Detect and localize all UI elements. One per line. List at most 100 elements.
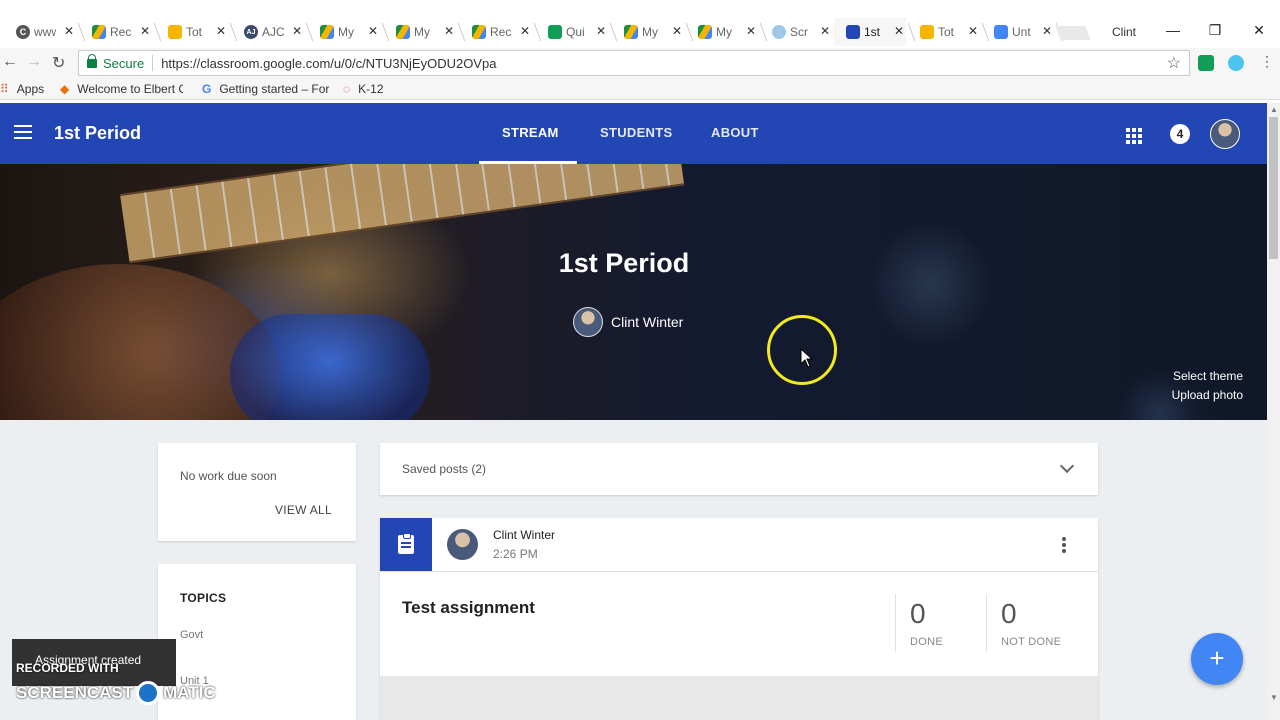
- browser-tab[interactable]: My ✕: [384, 18, 456, 46]
- screencast-favicon-icon: [772, 25, 786, 39]
- saved-posts-bar[interactable]: Saved posts (2): [380, 443, 1098, 495]
- close-tab-icon[interactable]: ✕: [444, 24, 454, 38]
- assignment-title[interactable]: Test assignment: [402, 598, 535, 618]
- hamburger-menu-icon[interactable]: [14, 125, 32, 139]
- back-icon[interactable]: ←: [2, 53, 18, 71]
- not-done-label: NOT DONE: [1001, 636, 1062, 648]
- scroll-up-icon[interactable]: ▲: [1270, 105, 1278, 114]
- google-apps-icon[interactable]: [1126, 128, 1142, 144]
- bookmark-item[interactable]: ◆ Welcome to Elbert Co: [60, 82, 183, 96]
- teacher-name: Clint Winter: [611, 314, 684, 330]
- close-tab-icon[interactable]: ✕: [596, 24, 606, 38]
- browser-tab[interactable]: Cwww ✕: [4, 18, 76, 46]
- scroll-down-icon[interactable]: ▼: [1270, 693, 1278, 702]
- classroom-header: 1st Period STREAM STUDENTS ABOUT 4: [0, 103, 1267, 164]
- notifications-badge[interactable]: 4: [1170, 124, 1190, 144]
- ajc-favicon-icon: AJ: [244, 25, 258, 39]
- class-banner: 1st Period Clint Winter Select theme Upl…: [0, 164, 1267, 420]
- address-bar[interactable]: Secure https://classroom.google.com/u/0/…: [78, 50, 1190, 76]
- upload-photo-link[interactable]: Upload photo: [1172, 388, 1243, 402]
- bookmark-item[interactable]: ◌ K-12: [343, 82, 384, 96]
- close-tab-icon[interactable]: ✕: [292, 24, 302, 38]
- view-all-button[interactable]: VIEW ALL: [275, 503, 332, 517]
- tab-stream[interactable]: STREAM: [502, 125, 559, 140]
- more-options-icon[interactable]: [1062, 537, 1066, 553]
- browser-toolbar: ← → ↻ Secure https://classroom.google.co…: [0, 48, 1280, 78]
- close-tab-icon[interactable]: ✕: [64, 24, 74, 38]
- close-tab-icon[interactable]: ✕: [820, 24, 830, 38]
- bookmark-item[interactable]: G Getting started – For: [202, 82, 329, 96]
- browser-tab[interactable]: Rec ✕: [460, 18, 532, 46]
- restore-icon[interactable]: ❐: [1205, 22, 1225, 39]
- lock-icon: [87, 53, 97, 68]
- browser-tab[interactable]: Tot ✕: [156, 18, 228, 46]
- close-tab-icon[interactable]: ✕: [140, 24, 150, 38]
- close-tab-icon[interactable]: ✕: [368, 24, 378, 38]
- not-done-count[interactable]: 0: [1001, 598, 1017, 630]
- tab-label: Tot: [938, 25, 955, 39]
- close-tab-icon[interactable]: ✕: [1042, 24, 1052, 38]
- close-window-icon[interactable]: ✕: [1249, 22, 1269, 39]
- loading-icon: ◌: [343, 82, 351, 96]
- url-text[interactable]: https://classroom.google.com/u/0/c/NTU3N…: [161, 56, 496, 71]
- browser-tab-active[interactable]: 1st ✕: [834, 18, 906, 46]
- divider: [986, 594, 987, 652]
- watermark-recorded-with: RECORDED WITH: [16, 661, 119, 675]
- browser-tab[interactable]: Rec ✕: [80, 18, 152, 46]
- chevron-down-icon[interactable]: [1059, 458, 1075, 474]
- browser-tab[interactable]: My ✕: [308, 18, 380, 46]
- select-theme-link[interactable]: Select theme: [1173, 369, 1243, 383]
- forward-icon[interactable]: →: [26, 53, 42, 71]
- classroom-extension-icon[interactable]: [1198, 55, 1214, 71]
- close-tab-icon[interactable]: ✕: [216, 24, 226, 38]
- browser-tab[interactable]: Unt ✕: [982, 18, 1054, 46]
- close-tab-icon[interactable]: ✕: [520, 24, 530, 38]
- minimize-icon[interactable]: —: [1163, 22, 1183, 38]
- banner-class-title: 1st Period: [558, 248, 690, 278]
- screencast-logo-icon: [136, 681, 161, 705]
- page-scrollbar[interactable]: ▲ ▼: [1267, 103, 1280, 720]
- saved-posts-label: Saved posts (2): [402, 462, 487, 476]
- drive-favicon-icon: [472, 25, 486, 39]
- close-tab-icon[interactable]: ✕: [968, 24, 978, 38]
- bookmark-star-icon[interactable]: ☆: [1167, 53, 1181, 73]
- browser-tab[interactable]: Tot ✕: [908, 18, 980, 46]
- extension-icon[interactable]: [1228, 55, 1244, 71]
- more-menu-icon[interactable]: ⋮: [1260, 53, 1274, 70]
- new-tab-button[interactable]: [1055, 26, 1091, 40]
- slides-favicon-icon: [168, 25, 182, 39]
- tab-label: www: [34, 25, 56, 39]
- drive-favicon-icon: [396, 25, 410, 39]
- topic-item[interactable]: Govt: [180, 629, 203, 641]
- bookmark-label: K-12: [358, 82, 384, 96]
- browser-tab[interactable]: Scr ✕: [760, 18, 832, 46]
- browser-tab[interactable]: AJ AJC ✕: [232, 18, 304, 46]
- tab-label: My: [716, 25, 732, 39]
- create-fab-button[interactable]: +: [1191, 633, 1243, 685]
- account-avatar[interactable]: [1210, 119, 1240, 149]
- browser-profile-name[interactable]: Clint: [1112, 25, 1136, 39]
- sheets-favicon-icon: [548, 25, 562, 39]
- divider: [380, 571, 1098, 572]
- close-tab-icon[interactable]: ✕: [746, 24, 756, 38]
- done-label: DONE: [910, 636, 943, 648]
- watermark-text: SCREENCAST: [16, 683, 134, 702]
- done-count[interactable]: 0: [910, 598, 926, 630]
- browser-tab[interactable]: My ✕: [686, 18, 758, 46]
- tab-students[interactable]: STUDENTS: [600, 125, 672, 140]
- bookmark-apps[interactable]: ⠿ Apps: [0, 82, 44, 96]
- browser-tab[interactable]: My ✕: [612, 18, 684, 46]
- scrollbar-thumb[interactable]: [1269, 117, 1278, 259]
- class-title: 1st Period: [54, 123, 142, 143]
- apps-grid-icon: ⠿: [0, 82, 9, 96]
- tab-about[interactable]: ABOUT: [711, 125, 759, 140]
- browser-tab[interactable]: Qui ✕: [536, 18, 608, 46]
- watermark-screencast: SCREENCAST MATIC: [16, 681, 216, 705]
- tab-label: 1st: [864, 25, 881, 39]
- close-tab-icon[interactable]: ✕: [894, 24, 904, 38]
- reload-icon[interactable]: ↻: [52, 53, 65, 73]
- tab-label: AJC: [262, 25, 284, 39]
- tab-label: Rec: [490, 25, 512, 39]
- close-tab-icon[interactable]: ✕: [672, 24, 682, 38]
- assignment-post[interactable]: Clint Winter 2:26 PM Test assignment 0 D…: [380, 518, 1098, 676]
